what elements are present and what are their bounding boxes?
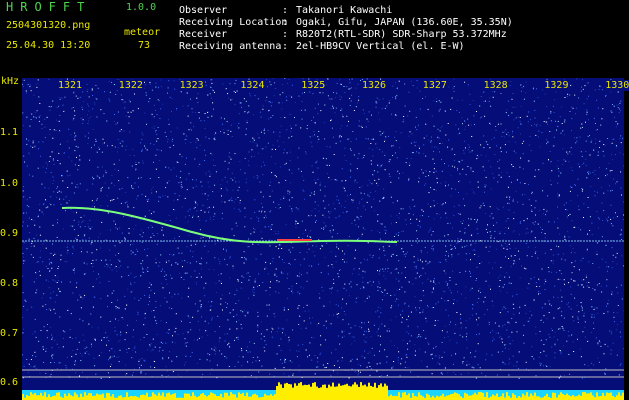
observer-value: Takanori Kawachi — [296, 5, 393, 16]
x-tick-label: 1330 — [604, 80, 629, 91]
antenna-value: 2el-HB9CV Vertical (el. E-W) — [296, 41, 465, 52]
x-tick-label: 1325 — [300, 80, 327, 91]
meteor-trace — [61, 206, 398, 244]
y-tick-label: 0.7 — [0, 328, 19, 339]
x-tick-label: 1329 — [543, 80, 570, 91]
y-tick-label: 0.6 — [0, 377, 19, 388]
app-title: HROFFT — [6, 0, 92, 14]
meteor-label: meteor — [124, 27, 161, 38]
y-tick-label: 1.0 — [0, 178, 19, 189]
x-tick-label: 1326 — [361, 80, 388, 91]
antenna-key: Receiving antenna — [179, 41, 282, 52]
observer-colon: : — [282, 5, 289, 16]
x-tick-label: 1322 — [117, 80, 144, 91]
meteor-count: 73 — [138, 40, 151, 51]
header-panel: HROFFT 1.0.0 2504301320.png 25.04.30 13:… — [0, 0, 629, 74]
spectrogram-canvas — [22, 78, 624, 400]
antenna-colon: : — [282, 41, 289, 52]
x-tick-label: 1328 — [482, 80, 509, 91]
x-tick-label: 1321 — [57, 80, 84, 91]
axis-unit-label: kHz — [1, 76, 20, 87]
x-tick-label: 1323 — [178, 80, 205, 91]
noise-speckle — [22, 78, 624, 379]
receiver-key: Receiver — [179, 29, 228, 40]
observer-key: Observer — [179, 5, 228, 16]
receiver-value: R820T2(RTL-SDR) SDR-Sharp 53.372MHz — [296, 29, 507, 40]
spectrogram-panel — [22, 78, 624, 400]
signal-strength-bars — [22, 382, 624, 400]
x-tick-label: 1324 — [239, 80, 266, 91]
y-tick-label: 1.1 — [0, 127, 19, 138]
file-name: 2504301320.png — [6, 20, 91, 31]
receiver-colon: : — [282, 29, 289, 40]
location-value: Ogaki, Gifu, JAPAN (136.60E, 35.35N) — [296, 17, 513, 28]
y-tick-label: 0.8 — [0, 278, 19, 289]
observation-datetime: 25.04.30 13:20 — [6, 40, 91, 51]
app-version: 1.0.0 — [126, 2, 157, 13]
x-tick-label: 1327 — [421, 80, 448, 91]
y-tick-label: 0.9 — [0, 228, 19, 239]
location-colon: : — [282, 17, 289, 28]
location-key: Receiving Location — [179, 17, 288, 28]
